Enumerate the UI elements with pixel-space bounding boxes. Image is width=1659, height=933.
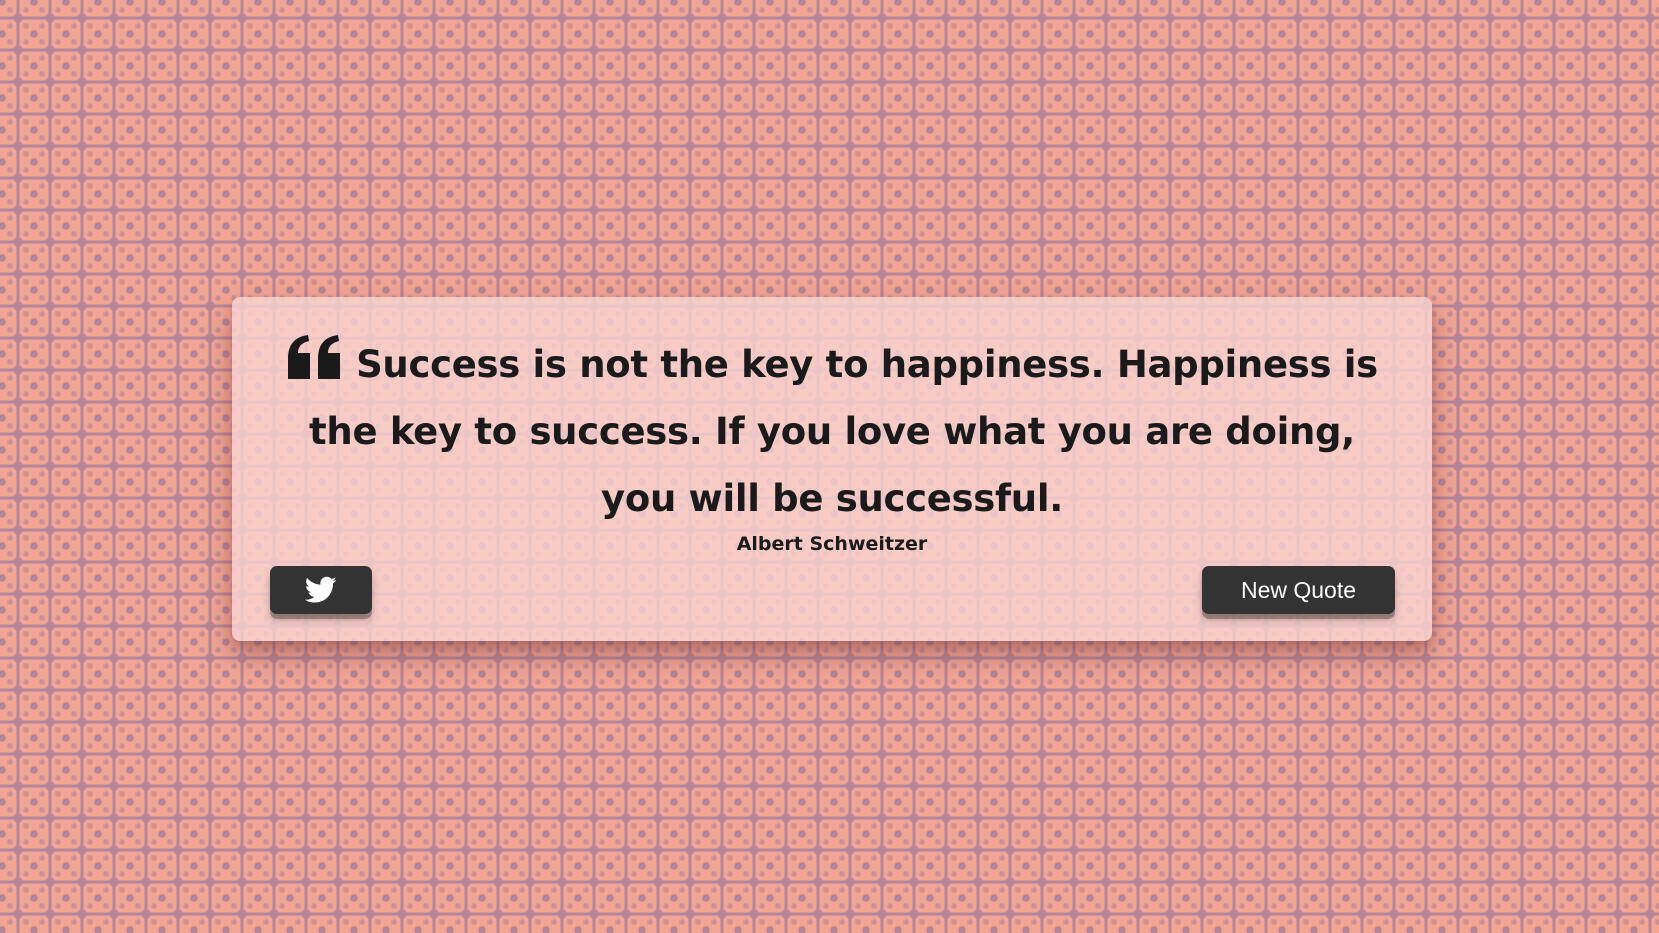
quote-text-container: Success is not the key to happiness. Hap…	[272, 331, 1392, 532]
new-quote-button[interactable]: New Quote	[1202, 566, 1395, 614]
twitter-icon	[305, 576, 337, 603]
quote-text: Success is not the key to happiness. Hap…	[309, 343, 1378, 520]
quote-left-icon	[288, 335, 341, 379]
tweet-button[interactable]	[270, 566, 372, 614]
quote-card: Success is not the key to happiness. Hap…	[232, 297, 1432, 641]
quote-author: Albert Schweitzer	[736, 533, 928, 555]
quote-block: Success is not the key to happiness. Hap…	[272, 331, 1392, 556]
